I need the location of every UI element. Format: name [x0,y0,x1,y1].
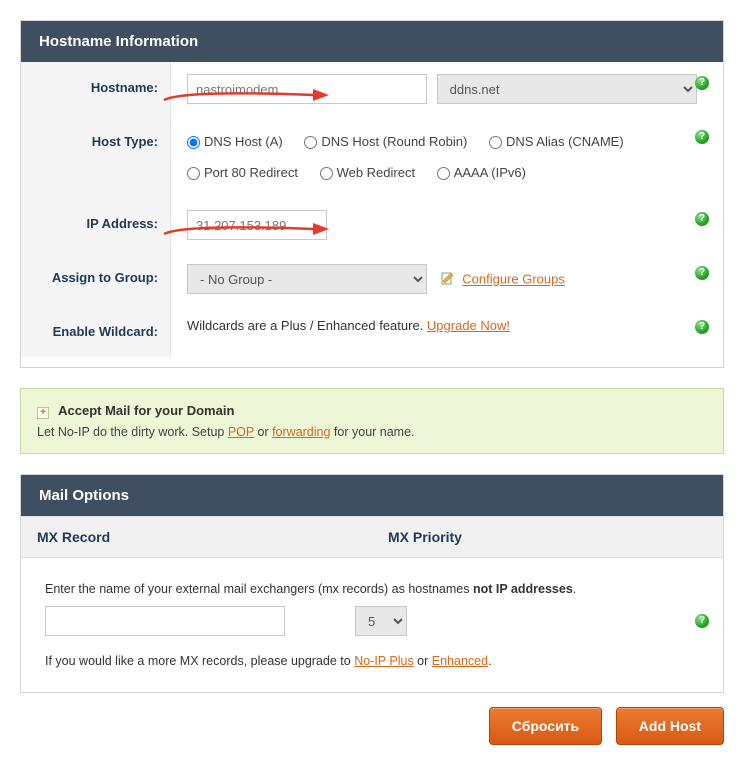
label-enable-wildcard: Enable Wildcard: [21,306,171,357]
noip-plus-link[interactable]: No-IP Plus [354,654,414,668]
row-ip-address: IP Address: ? [21,198,723,252]
upgrade-now-link[interactable]: Upgrade Now! [427,318,510,333]
radio-dns-cname[interactable]: DNS Alias (CNAME) [489,134,624,149]
hostname-panel-title: Hostname Information [21,21,723,62]
row-enable-wildcard: Enable Wildcard: Wildcards are a Plus / … [21,306,723,367]
help-icon[interactable]: ? [695,76,709,90]
pop-link[interactable]: POP [228,425,254,439]
ip-address-input[interactable] [187,210,327,240]
mx-priority-select[interactable]: 5 [355,606,407,636]
col-mx-record: MX Record [21,517,372,557]
col-mx-priority: MX Priority [372,517,723,557]
mail-options-panel: Mail Options MX Record MX Priority Enter… [20,474,724,693]
buttons-row: Сбросить Add Host [20,707,724,745]
row-host-type: Host Type: DNS Host (A) DNS Host (Round … [21,116,723,198]
help-icon[interactable]: ? [695,266,709,280]
accept-mail-text: Let No-IP do the dirty work. Setup POP o… [37,425,707,439]
mx-intro-text: Enter the name of your external mail exc… [45,582,699,596]
wildcard-text: Wildcards are a Plus / Enhanced feature. [187,318,427,333]
mx-columns-header: MX Record MX Priority [21,516,723,558]
radio-port80[interactable]: Port 80 Redirect [187,165,298,180]
mx-record-input[interactable] [45,606,285,636]
edit-icon [441,272,455,289]
accept-mail-title: Accept Mail for your Domain [58,403,234,418]
mail-options-title: Mail Options [21,475,723,516]
domain-select[interactable]: ddns.net [437,74,697,104]
reset-button[interactable]: Сбросить [489,707,602,745]
help-icon[interactable]: ? [695,130,709,144]
help-icon[interactable]: ? [695,614,709,628]
hostname-input[interactable] [187,74,427,104]
row-assign-group: Assign to Group: - No Group - Configure … [21,252,723,306]
hostname-info-panel: Hostname Information Hostname: ddns.net … [20,20,724,368]
help-icon[interactable]: ? [695,320,709,334]
forwarding-link[interactable]: forwarding [272,425,330,439]
configure-groups-link[interactable]: Configure Groups [462,272,565,287]
radio-dns-host-a[interactable]: DNS Host (A) [187,134,283,149]
label-assign-group: Assign to Group: [21,252,171,306]
radio-aaaa[interactable]: AAAA (IPv6) [437,165,526,180]
help-icon[interactable]: ? [695,212,709,226]
enhanced-link[interactable]: Enhanced [432,654,488,668]
row-hostname: Hostname: ddns.net ? [21,62,723,116]
label-ip-address: IP Address: [21,198,171,252]
label-hostname: Hostname: [21,62,171,116]
radio-dns-round-robin[interactable]: DNS Host (Round Robin) [304,134,467,149]
group-select[interactable]: - No Group - [187,264,427,294]
accept-mail-info: + Accept Mail for your Domain Let No-IP … [20,388,724,454]
mx-more-text: If you would like a more MX records, ple… [45,654,699,668]
label-host-type: Host Type: [21,116,171,198]
radio-web-redirect[interactable]: Web Redirect [320,165,416,180]
add-host-button[interactable]: Add Host [616,707,724,745]
expand-icon[interactable]: + [37,407,49,419]
